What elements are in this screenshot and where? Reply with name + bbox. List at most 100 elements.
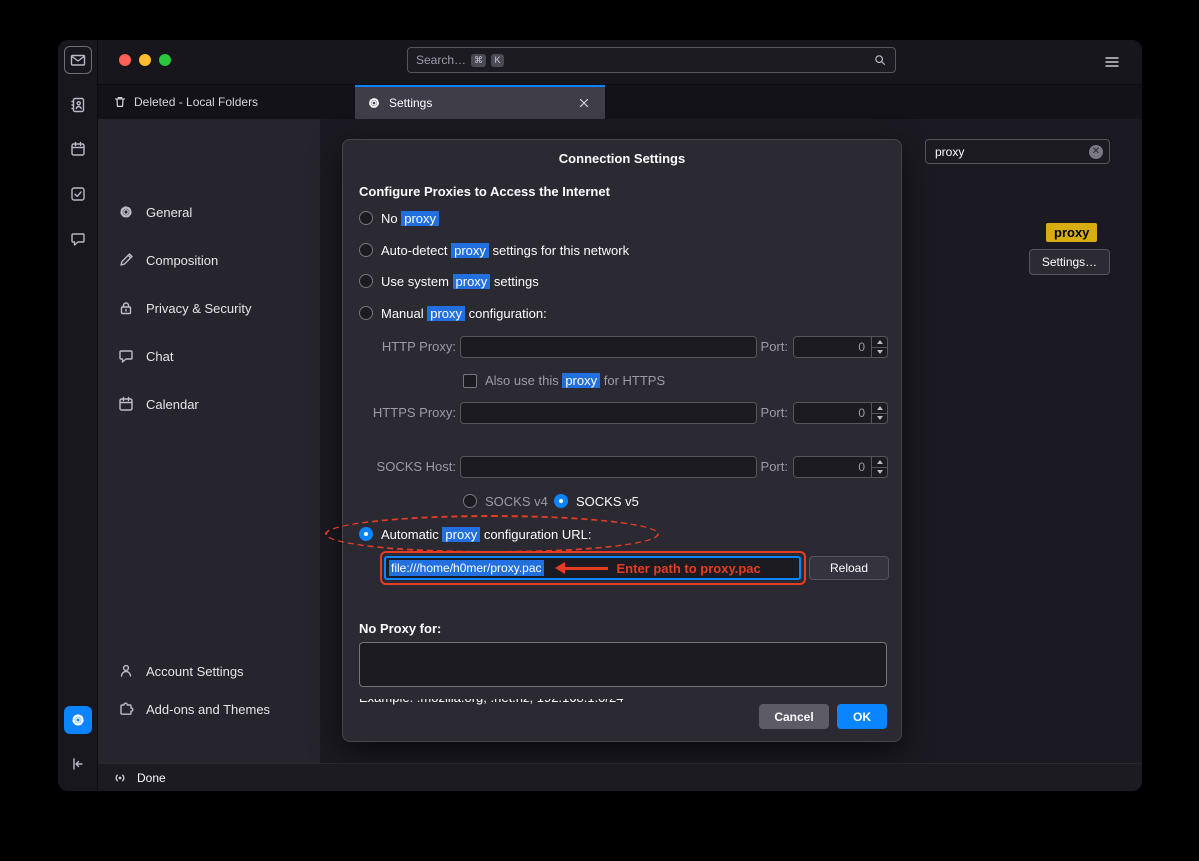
screen: Search… ⌘ K Deleted - Local Folders Sett… (0, 0, 1199, 861)
pencil-icon (118, 252, 134, 268)
sidebar-item-label: Calendar (146, 397, 199, 412)
sidebar-item-addons-themes[interactable]: Add-ons and Themes (118, 694, 270, 724)
port-value: 0 (858, 460, 865, 474)
sidebar-item-label: General (146, 205, 192, 220)
reload-button[interactable]: Reload (809, 556, 889, 580)
tasks-space-button[interactable] (64, 180, 92, 208)
port-spinner[interactable] (871, 457, 887, 477)
https-port-input[interactable]: 0 (793, 402, 888, 424)
radio-manual-proxy[interactable]: Manual proxy configuration: (359, 303, 547, 323)
http-proxy-input[interactable] (460, 336, 757, 358)
spin-down-icon (877, 470, 883, 474)
thunderbird-window: Search… ⌘ K Deleted - Local Folders Sett… (58, 40, 1142, 791)
radio-icon (554, 494, 568, 508)
checkbox-label: Also use this proxy for HTTPS (485, 373, 665, 388)
global-search-input[interactable]: Search… ⌘ K (407, 47, 896, 73)
collapse-spaces-button[interactable] (64, 750, 92, 778)
sidebar-item-label: Add-ons and Themes (146, 702, 270, 717)
chat-space-button[interactable] (64, 225, 92, 253)
socks-port-input[interactable]: 0 (793, 456, 888, 478)
sidebar-item-calendar[interactable]: Calendar (118, 389, 199, 419)
spaces-toolbar (58, 40, 98, 791)
radio-icon (359, 306, 373, 320)
clear-search-button[interactable]: ✕ (1089, 145, 1103, 159)
addressbook-space-button[interactable] (64, 91, 92, 119)
connection-settings-button[interactable]: Settings… (1029, 249, 1110, 275)
sidebar-item-label: Chat (146, 349, 173, 364)
traffic-lights (119, 54, 171, 66)
https-proxy-label: HTTPS Proxy: (359, 405, 456, 420)
sidebar-item-label: Composition (146, 253, 218, 268)
cancel-button[interactable]: Cancel (759, 704, 829, 729)
settings-space-button[interactable] (64, 706, 92, 734)
activity-icon (112, 770, 128, 786)
trash-icon (113, 95, 127, 109)
gear-icon (367, 96, 381, 110)
search-placeholder: Search… (416, 53, 466, 67)
dialog-heading: Configure Proxies to Access the Internet (359, 184, 610, 199)
port-spinner[interactable] (871, 337, 887, 357)
chat-icon (118, 348, 134, 364)
tab-bar: Deleted - Local Folders Settings (98, 85, 1142, 119)
radio-autodetect-proxy[interactable]: Auto-detect proxy settings for this netw… (359, 240, 629, 260)
annotation-arrow-icon (558, 567, 608, 570)
annotation-label: Enter path to proxy.pac (617, 561, 761, 576)
https-proxy-input[interactable] (460, 402, 757, 424)
socks-port-label: Port: (757, 459, 788, 474)
mail-space-button[interactable] (64, 46, 92, 74)
collapse-icon (70, 756, 86, 772)
radio-icon (359, 527, 373, 541)
lock-icon (118, 300, 134, 316)
radio-no-proxy[interactable]: No proxy (359, 208, 439, 228)
pac-url-value: file:///home/h0mer/proxy.pac (389, 560, 544, 576)
calendar-icon (118, 396, 134, 412)
radio-icon (359, 274, 373, 288)
radio-icon (359, 211, 373, 225)
radio-icon (463, 494, 477, 508)
radio-label: SOCKS v5 (576, 494, 639, 509)
maximize-window-button[interactable] (159, 54, 171, 66)
tasks-icon (70, 186, 86, 202)
cmd-key-badge: ⌘ (471, 54, 486, 67)
minimize-window-button[interactable] (139, 54, 151, 66)
spin-up-icon (877, 406, 883, 410)
settings-tab-label: Settings (389, 96, 432, 110)
settings-search-input[interactable]: proxy ✕ (925, 139, 1110, 164)
chat-icon (70, 231, 86, 247)
calendar-space-button[interactable] (64, 135, 92, 163)
sidebar-item-account-settings[interactable]: Account Settings (118, 656, 244, 686)
connection-settings-dialog: Connection Settings Configure Proxies to… (342, 139, 902, 742)
close-tab-button[interactable] (575, 94, 593, 112)
radio-label: Auto-detect proxy settings for this netw… (381, 243, 629, 258)
http-port-input[interactable]: 0 (793, 336, 888, 358)
sidebar-item-composition[interactable]: Composition (118, 245, 218, 275)
radio-system-proxy[interactable]: Use system proxy settings (359, 271, 539, 291)
port-spinner[interactable] (871, 403, 887, 423)
sidebar-item-chat[interactable]: Chat (118, 341, 173, 371)
tab-settings[interactable]: Settings (355, 85, 605, 119)
radio-automatic-pac[interactable]: Automatic proxy configuration URL: (359, 524, 592, 544)
radio-label: No proxy (381, 211, 439, 226)
no-proxy-for-textarea[interactable] (359, 642, 887, 687)
radio-socks-v5[interactable]: SOCKS v5 (554, 491, 639, 511)
use-proxy-for-https-checkbox[interactable]: Also use this proxy for HTTPS (463, 373, 665, 388)
radio-label: SOCKS v4 (485, 494, 548, 509)
tab-deleted-local-folders[interactable]: Deleted - Local Folders (107, 85, 264, 119)
close-icon (577, 96, 591, 110)
sidebar-item-label: Privacy & Security (146, 301, 251, 316)
radio-socks-v4[interactable]: SOCKS v4 (463, 491, 548, 511)
app-menu-button[interactable] (1102, 52, 1122, 72)
search-match-highlight: proxy (1046, 223, 1097, 242)
socks-host-input[interactable] (460, 456, 757, 478)
ok-button[interactable]: OK (837, 704, 887, 729)
calendar-icon (70, 141, 86, 157)
socks-host-label: SOCKS Host: (359, 459, 456, 474)
sidebar-item-privacy-security[interactable]: Privacy & Security (118, 293, 251, 323)
pac-url-input[interactable]: file:///home/h0mer/proxy.pac Enter path … (384, 556, 801, 580)
status-bar: Done (98, 763, 1142, 791)
close-window-button[interactable] (119, 54, 131, 66)
sidebar-item-general[interactable]: General (118, 197, 192, 227)
settings-search-value: proxy (935, 145, 964, 159)
no-proxy-for-label: No Proxy for: (359, 621, 441, 636)
spin-up-icon (877, 460, 883, 464)
